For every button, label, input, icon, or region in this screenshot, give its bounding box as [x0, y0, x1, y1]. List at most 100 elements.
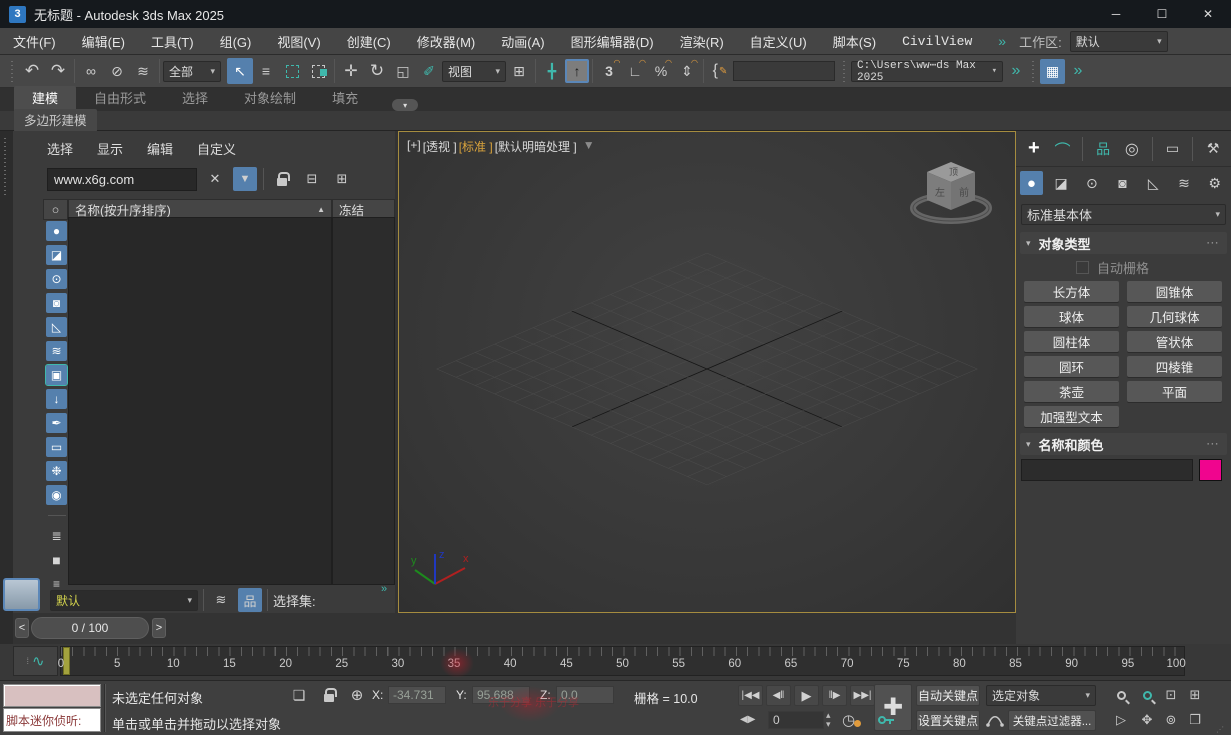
- create-teapot-button[interactable]: 茶壶: [1024, 381, 1119, 402]
- project-folder-dropdown[interactable]: C:\Users\ww⋯ds Max 2025 ▾: [851, 60, 1003, 84]
- viewport-menu-pov[interactable]: [透视 ]: [423, 138, 457, 155]
- ribbon-tab-modeling[interactable]: 建模: [14, 86, 77, 111]
- snap-toggle-3d-icon[interactable]: 3: [596, 58, 622, 84]
- menu-rendering[interactable]: 渲染(R): [667, 28, 737, 55]
- select-object-icon[interactable]: ↖: [227, 58, 253, 84]
- object-name-input[interactable]: [1021, 459, 1193, 481]
- bind-to-spacewarp-icon[interactable]: ≋: [130, 58, 156, 84]
- undo-icon[interactable]: ↶: [19, 58, 45, 84]
- menu-scripting[interactable]: 脚本(S): [820, 28, 889, 55]
- toolbar-drag-handle[interactable]: [843, 60, 848, 82]
- ribbon-panel-polygon-modeling[interactable]: 多边形建模: [14, 109, 97, 132]
- window-crossing-icon[interactable]: [305, 58, 331, 84]
- y-coord-field[interactable]: [472, 686, 530, 704]
- strip-spacewarps-icon[interactable]: ≋: [46, 341, 67, 361]
- viewport-menu-shading[interactable]: [默认明暗处理 ]: [495, 138, 577, 155]
- timeline-ruler[interactable]: 0 5 10 15 20 25 30 35 40 45 50 55 60 65 …: [58, 646, 1186, 676]
- strip-containers-icon[interactable]: ▭: [46, 437, 67, 457]
- explorer-menu-customize[interactable]: 自定义: [185, 135, 248, 161]
- pan-icon[interactable]: ✥: [1136, 710, 1158, 730]
- create-tab-icon[interactable]: +: [1022, 136, 1046, 162]
- time-slider-handle[interactable]: 0 / 100: [31, 617, 149, 639]
- select-and-rotate-icon[interactable]: ↻: [364, 58, 390, 84]
- select-and-manipulate-icon[interactable]: ╋: [539, 58, 565, 84]
- previous-key-button[interactable]: ◀‖: [766, 685, 791, 706]
- spinner-snap-icon[interactable]: ⇕: [674, 58, 700, 84]
- menu-overflow-chevron[interactable]: »: [985, 28, 1019, 55]
- named-selection-input[interactable]: [733, 61, 835, 81]
- rectangular-selection-region-icon[interactable]: [279, 58, 305, 84]
- explorer-list-area[interactable]: [68, 217, 332, 585]
- subcategory-dropdown[interactable]: 标准基本体 ▾: [1021, 204, 1226, 225]
- hierarchy-tab-icon[interactable]: 品: [1091, 136, 1115, 162]
- systems-category-icon[interactable]: ⚙: [1202, 170, 1227, 196]
- zoom-extents-all-icon[interactable]: ⊞: [1184, 685, 1206, 705]
- viewcube[interactable]: 顶 左 前: [909, 150, 993, 230]
- selection-filter-dropdown[interactable]: 全部 ▾: [163, 60, 221, 82]
- display-tab-icon[interactable]: ▭: [1161, 136, 1185, 162]
- create-geosphere-button[interactable]: 几何球体: [1127, 306, 1222, 327]
- helpers-category-icon[interactable]: ◺: [1141, 170, 1166, 196]
- ribbon-tab-object-paint[interactable]: 对象绘制: [226, 86, 314, 111]
- close-button[interactable]: ✕: [1185, 0, 1231, 28]
- menu-tools[interactable]: 工具(T): [138, 28, 207, 55]
- go-to-end-button[interactable]: ▶▶|: [850, 685, 875, 706]
- frozen-column-area[interactable]: [332, 217, 395, 585]
- zoom-all-icon[interactable]: [1136, 685, 1158, 705]
- menu-file[interactable]: 文件(F): [0, 28, 69, 55]
- strip-hidden-icon[interactable]: ◉: [46, 485, 67, 505]
- explorer-menu-select[interactable]: 选择: [35, 135, 85, 161]
- object-color-swatch[interactable]: [1199, 459, 1222, 481]
- strip-xrefs-icon[interactable]: ↓: [46, 389, 67, 409]
- filter-icon[interactable]: ▼: [233, 167, 257, 191]
- redo-icon[interactable]: ↷: [45, 58, 71, 84]
- maximize-viewport-toggle-icon[interactable]: ❐: [1184, 710, 1206, 730]
- mini-curve-editor-button[interactable]: ⁞ ∿: [13, 646, 58, 676]
- minimize-button[interactable]: ─: [1093, 0, 1139, 28]
- create-pyramid-button[interactable]: 四棱锥: [1127, 356, 1222, 377]
- toolbar-overflow-chevron[interactable]: »: [1003, 58, 1029, 84]
- menu-modifiers[interactable]: 修改器(M): [404, 28, 489, 55]
- next-frame-arrow[interactable]: >: [152, 618, 166, 638]
- z-coord-field[interactable]: [556, 686, 614, 704]
- strip-geometry-icon[interactable]: ●: [46, 221, 67, 241]
- strip-cameras-icon[interactable]: ◙: [46, 293, 67, 313]
- strip-bones-icon[interactable]: ✒: [46, 413, 67, 433]
- ribbon-tab-selection[interactable]: 选择: [164, 86, 226, 111]
- object-type-rollout-header[interactable]: ▾ 对象类型 ⋯: [1020, 232, 1227, 254]
- perspective-viewport[interactable]: [+] [透视 ] [标准 ] [默认明暗处理 ] ▼ 顶 左 前 x y z: [398, 131, 1016, 613]
- strip-lights-icon[interactable]: ⊙: [46, 269, 67, 289]
- strip-list-view-icon[interactable]: ≣: [46, 526, 67, 546]
- shapes-category-icon[interactable]: ◪: [1049, 170, 1074, 196]
- expand-tree-icon[interactable]: ⊟: [300, 167, 324, 191]
- reference-coordinate-dropdown[interactable]: 视图 ▾: [442, 60, 506, 82]
- explorer-search-input[interactable]: [47, 167, 197, 191]
- collapse-tree-icon[interactable]: ⊞: [330, 167, 354, 191]
- x-coord-field[interactable]: [388, 686, 446, 704]
- menu-edit[interactable]: 编辑(E): [69, 28, 138, 55]
- select-and-scale-icon[interactable]: ◱: [390, 58, 416, 84]
- ribbon-more-dropdown[interactable]: ▾: [392, 99, 419, 111]
- select-and-place-icon[interactable]: ✐: [416, 58, 442, 84]
- orbit-icon[interactable]: ⊚: [1160, 710, 1182, 730]
- cameras-category-icon[interactable]: ◙: [1110, 170, 1135, 196]
- name-color-rollout-header[interactable]: ▾ 名称和颜色 ⋯: [1020, 433, 1227, 455]
- selection-lock-icon[interactable]: [318, 685, 340, 705]
- strip-helpers-icon[interactable]: ◺: [46, 317, 67, 337]
- previous-frame-arrow[interactable]: <: [15, 618, 29, 638]
- key-filters-button[interactable]: 关键点过滤器...: [1008, 710, 1096, 731]
- lights-category-icon[interactable]: ⊙: [1080, 170, 1105, 196]
- motion-tab-icon[interactable]: ◎: [1120, 136, 1144, 162]
- create-cone-button[interactable]: 圆锥体: [1127, 281, 1222, 302]
- geometry-category-icon[interactable]: ●: [1020, 171, 1043, 195]
- explorer-menu-edit[interactable]: 编辑: [135, 135, 185, 161]
- ribbon-tab-populate[interactable]: 填充: [314, 86, 376, 111]
- layers-icon[interactable]: ≋: [209, 588, 233, 612]
- modify-tab-icon[interactable]: ⌒: [1051, 136, 1075, 162]
- toolbar-overflow-chevron[interactable]: »: [1065, 58, 1091, 84]
- explorer-overflow-chevron[interactable]: »: [381, 583, 387, 595]
- set-key-button[interactable]: 设置关键点: [916, 710, 980, 731]
- maxscript-mini-listener-input[interactable]: 脚本迷你侦听:: [3, 708, 101, 732]
- menu-views[interactable]: 视图(V): [264, 28, 333, 55]
- use-pivot-center-icon[interactable]: ⊞: [506, 58, 532, 84]
